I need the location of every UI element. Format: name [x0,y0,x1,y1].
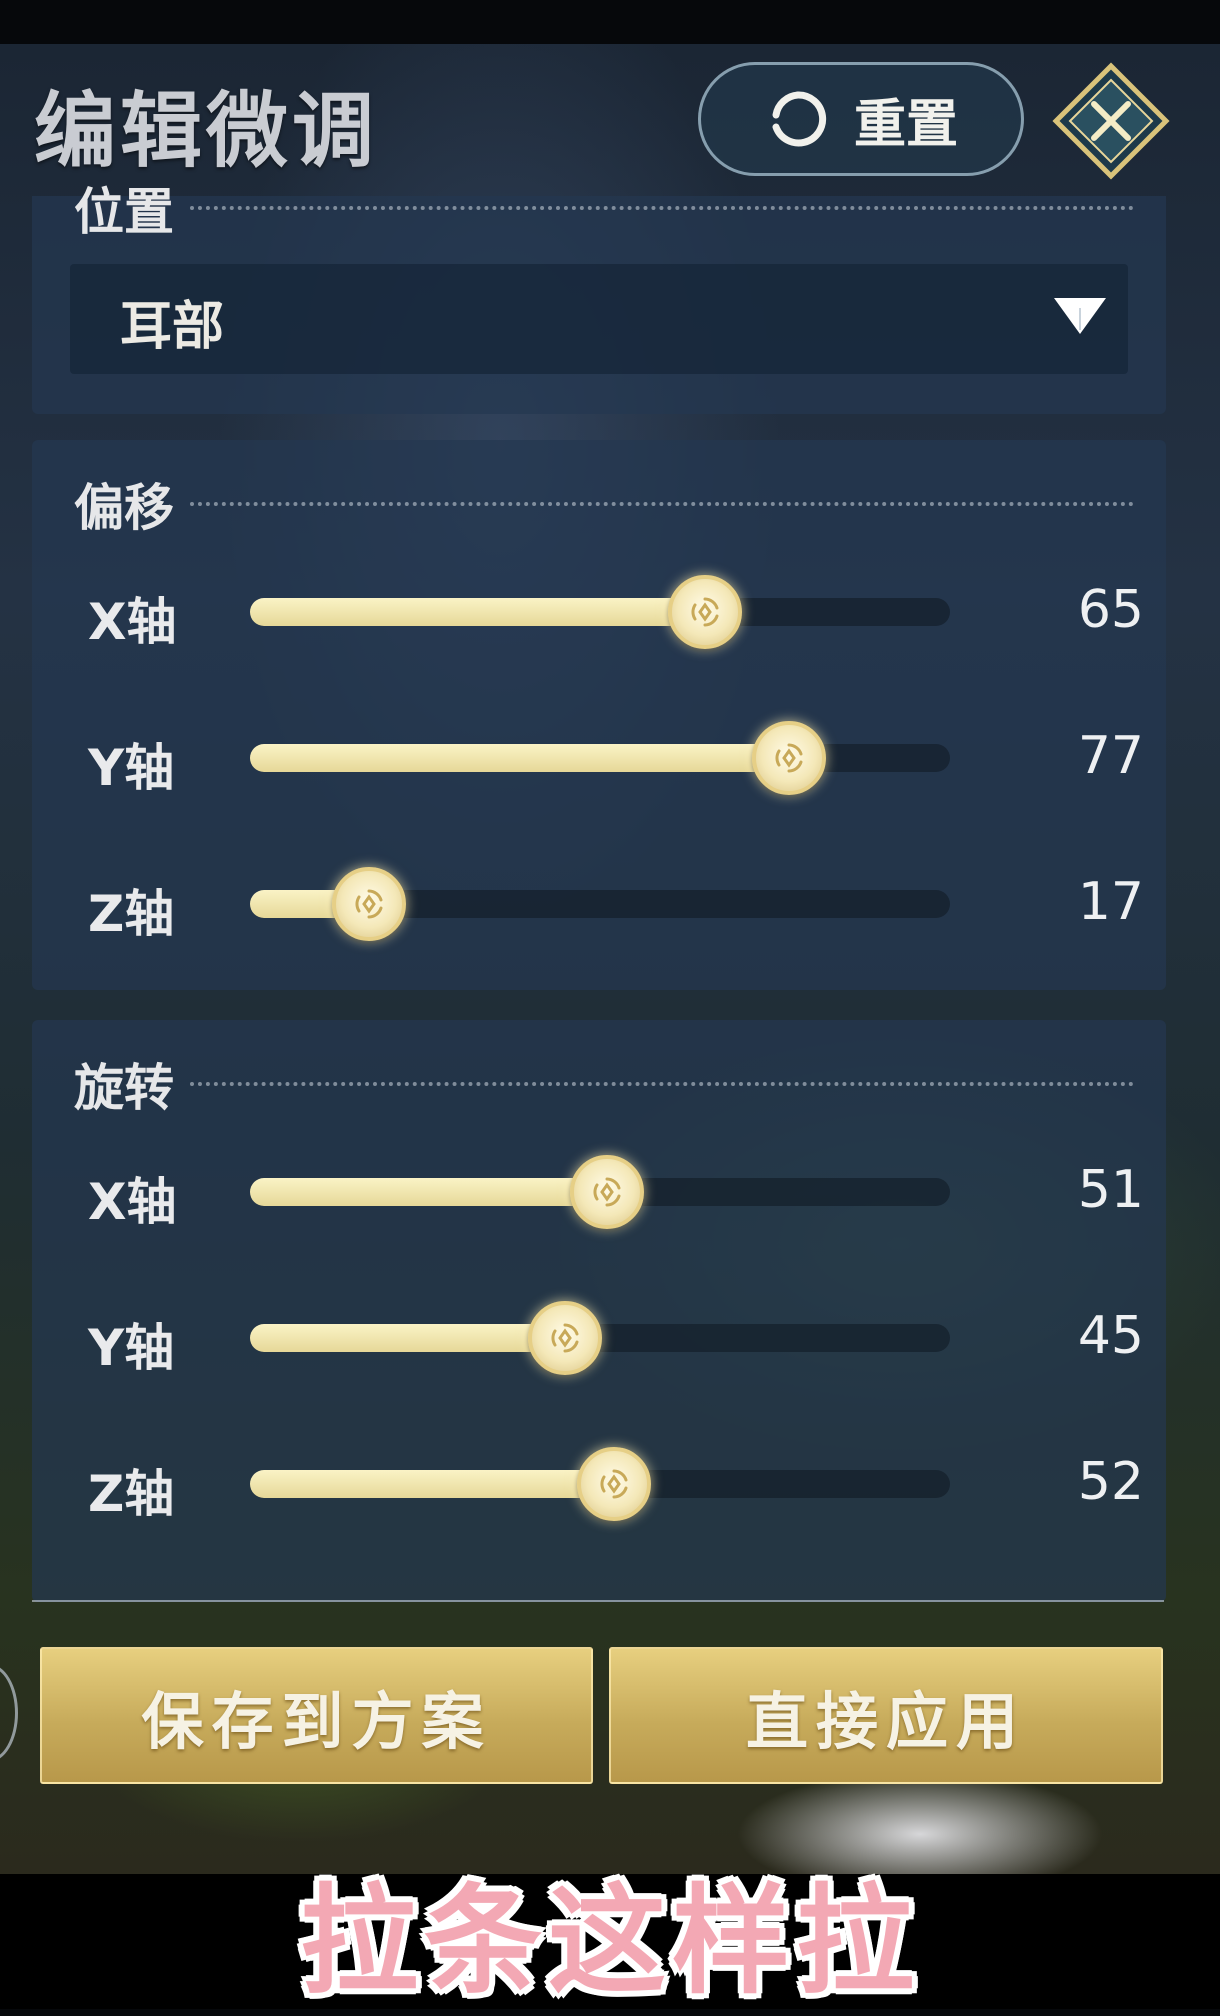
reset-button[interactable]: 重置 [698,62,1024,176]
slider-fill [250,598,705,626]
slider-fill [250,1324,565,1352]
close-icon [1052,62,1170,180]
dotted-divider [190,1082,1134,1086]
slider-value: 77 [1077,726,1144,786]
dotted-divider [190,502,1134,506]
slider-value: 17 [1077,872,1144,932]
offset-section-label: 偏移 [74,479,174,537]
slider-handle[interactable] [570,1155,644,1229]
slider-handle[interactable] [752,721,826,795]
slider-value: 51 [1077,1160,1144,1220]
slider-value: 52 [1077,1452,1144,1512]
slider-fill [250,1178,607,1206]
dotted-divider [190,206,1134,210]
slider-track[interactable] [250,721,950,795]
axis-label: X轴 [88,1173,177,1231]
slider-value: 45 [1077,1306,1144,1366]
slider-track[interactable] [250,1447,950,1521]
slider-track[interactable] [250,867,950,941]
rotation-x-slider-row: X轴 51 [32,1152,1166,1232]
slider-handle[interactable] [332,867,406,941]
rotation-section-header: 旋转 [74,1048,1134,1120]
panel-bottom-divider [32,1600,1164,1602]
refresh-icon [764,85,832,153]
rotation-panel: 旋转 X轴 51 Y轴 45 Z轴 52 [32,1020,1166,1602]
video-caption: 拉条这样拉 [299,1871,920,2010]
slider-track[interactable] [250,1155,950,1229]
slider-track[interactable] [250,575,950,649]
offset-panel: 偏移 X轴 65 Y轴 77 Z轴 17 [32,440,1166,990]
offset-y-slider-row: Y轴 77 [32,718,1166,798]
offset-z-slider-row: Z轴 17 [32,864,1166,944]
offset-x-slider-row: X轴 65 [32,572,1166,652]
slider-track[interactable] [250,1301,950,1375]
page-title: 编辑微调 [34,83,379,179]
position-dropdown-value: 耳部 [120,297,225,357]
position-dropdown[interactable]: 耳部 [70,264,1128,374]
slider-handle[interactable] [668,575,742,649]
save-to-preset-button[interactable]: 保存到方案 [40,1647,593,1784]
axis-label: Z轴 [88,1465,175,1523]
slider-value: 65 [1077,580,1144,640]
apply-directly-button[interactable]: 直接应用 [609,1647,1163,1784]
rotation-z-slider-row: Z轴 52 [32,1444,1166,1524]
axis-label: Y轴 [88,1319,175,1377]
axis-label: Z轴 [88,885,175,943]
position-section-label: 位置 [74,183,174,241]
slider-fill [250,1470,614,1498]
slider-handle[interactable] [528,1301,602,1375]
close-button[interactable] [1052,62,1170,180]
position-section-header: 位置 [74,172,1134,244]
reset-label: 重置 [853,94,958,155]
axis-label: X轴 [88,593,177,651]
slider-fill [250,744,789,772]
slider-handle[interactable] [577,1447,651,1521]
offset-section-header: 偏移 [74,468,1134,540]
triangle-down-icon [1054,298,1106,334]
rotation-y-slider-row: Y轴 45 [32,1298,1166,1378]
axis-label: Y轴 [88,739,175,797]
position-panel: 位置 耳部 [32,183,1166,414]
rotation-section-label: 旋转 [74,1059,174,1117]
